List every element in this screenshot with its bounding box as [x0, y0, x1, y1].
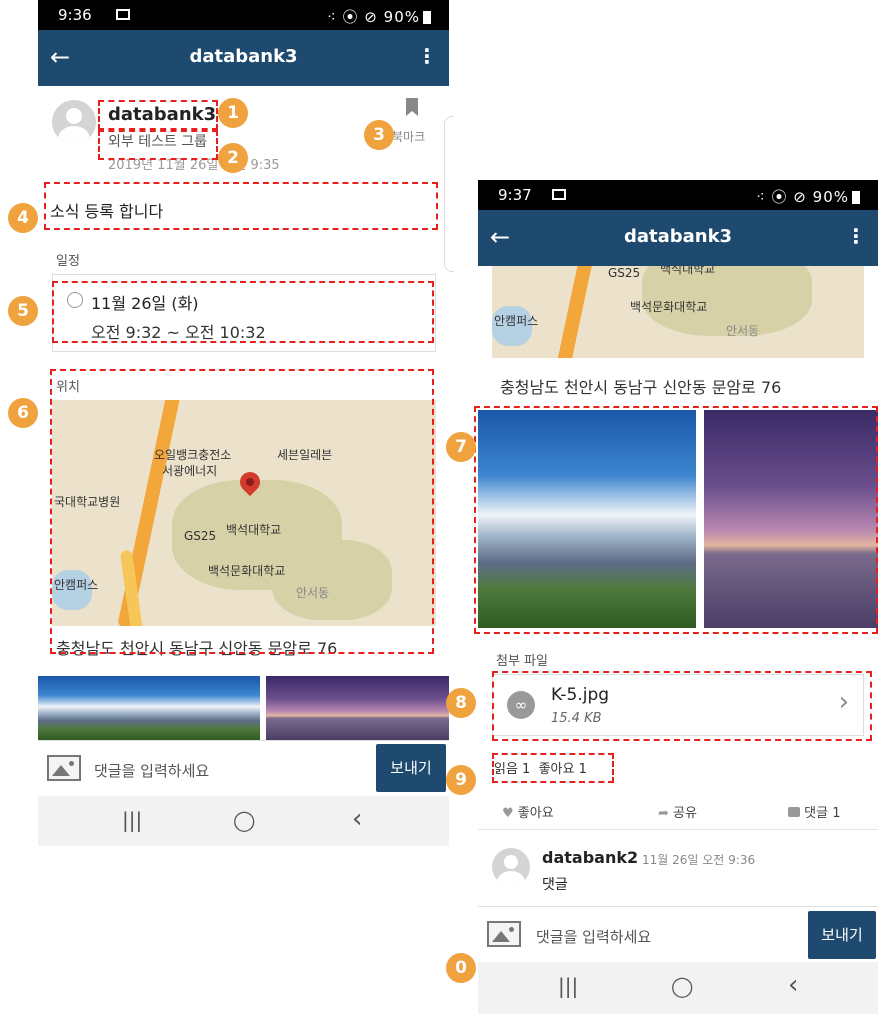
- callout-badge: 3: [364, 120, 394, 150]
- bookmark-icon[interactable]: [406, 98, 418, 116]
- battery-icon: [852, 191, 860, 204]
- image-attach-icon[interactable]: [487, 921, 521, 947]
- attachments-label: 첨부 파일: [496, 654, 548, 669]
- callout-badge: 2: [218, 143, 248, 173]
- commenter-avatar[interactable]: [492, 848, 530, 886]
- location-address: 충청남도 천안시 동남구 신안동 문암로 76: [500, 378, 782, 397]
- status-icons: ⁖ ⦿ ⊘ 90%: [326, 8, 420, 26]
- highlight-box-photos: [474, 406, 878, 634]
- attached-photo[interactable]: [38, 676, 260, 740]
- recent-apps-icon[interactable]: |||: [558, 974, 578, 998]
- comment-input[interactable]: 댓글을 입력하세요: [94, 760, 209, 781]
- gallery-icon: [552, 189, 566, 200]
- comment-date: 11월 26일 오전 9:36: [642, 853, 756, 867]
- callout-badge: 5: [8, 296, 38, 326]
- highlight-box-location: [50, 369, 434, 654]
- comment-button[interactable]: 댓글 1: [788, 802, 840, 821]
- location-map[interactable]: GS25 백석대학교 백석문화대학교 안캠퍼스 안서동: [492, 266, 864, 358]
- callout-badge: 7: [446, 432, 476, 462]
- app-bar: ← databank3 ⋮: [38, 30, 449, 86]
- map-label: 안서동: [726, 324, 760, 338]
- comment-bar: 댓글을 입력하세요 보내기: [478, 906, 878, 962]
- scroll-handle[interactable]: [444, 116, 454, 272]
- bookmark-label[interactable]: 북마크: [392, 128, 425, 145]
- highlight-box-attachment: [492, 671, 872, 741]
- map-label: GS25: [608, 266, 641, 280]
- status-bar: 9:37 ⁖ ⦿ ⊘ 90%: [478, 180, 878, 210]
- map-label: 안캠퍼스: [494, 314, 539, 328]
- callout-badge: 6: [8, 398, 38, 428]
- status-bar: 9:36 ⁖ ⦿ ⊘ 90%: [38, 0, 449, 30]
- comment-icon: [788, 807, 800, 817]
- comment-bar: 댓글을 입력하세요 보내기: [38, 740, 449, 796]
- attached-photo[interactable]: [266, 676, 449, 740]
- callout-badge: 1: [218, 98, 248, 128]
- app-bar: ← databank3 ⋮: [478, 210, 878, 266]
- more-menu-icon[interactable]: ⋮: [846, 224, 866, 248]
- map-label: 백석대학교: [660, 266, 716, 276]
- commenter-name[interactable]: databank2: [542, 848, 638, 867]
- more-menu-icon[interactable]: ⋮: [417, 44, 437, 68]
- page-title: databank3: [623, 226, 733, 247]
- comment-input[interactable]: 댓글을 입력하세요: [536, 926, 651, 947]
- action-bar: ♥ 좋아요 ➦ 공유 댓글 1: [478, 792, 878, 830]
- callout-badge: 0: [446, 953, 476, 983]
- recent-apps-icon[interactable]: |||: [122, 808, 142, 832]
- schedule-label: 일정: [56, 254, 80, 269]
- share-button[interactable]: ➦ 공유: [658, 802, 697, 821]
- share-icon: ➦: [658, 806, 669, 821]
- highlight-box-author: [98, 100, 218, 130]
- like-button[interactable]: ♥ 좋아요: [502, 802, 554, 821]
- highlight-box-content: [44, 182, 438, 230]
- map-label: 백석문화대학교: [630, 300, 708, 314]
- send-button[interactable]: 보내기: [808, 911, 876, 959]
- status-icons: ⁖ ⦿ ⊘ 90%: [755, 188, 849, 206]
- callout-badge: 4: [8, 203, 38, 233]
- image-attach-icon[interactable]: [47, 755, 81, 781]
- highlight-box-schedule: [52, 281, 434, 343]
- nav-back-icon[interactable]: ‹: [352, 804, 362, 834]
- page-title: databank3: [189, 46, 298, 67]
- callout-badge: 9: [446, 765, 476, 795]
- system-nav-bar: ||| ◯ ‹: [38, 796, 449, 846]
- system-nav-bar: ||| ◯ ‹: [478, 962, 878, 1014]
- highlight-box-group: [98, 130, 218, 160]
- send-button[interactable]: 보내기: [376, 744, 446, 792]
- nav-back-icon[interactable]: ‹: [788, 970, 798, 1000]
- status-time: 9:36: [58, 6, 92, 24]
- heart-icon: ♥: [502, 806, 514, 821]
- author-avatar[interactable]: [52, 100, 96, 144]
- battery-icon: [423, 11, 431, 24]
- gallery-icon: [116, 9, 130, 20]
- home-icon[interactable]: ◯: [233, 808, 255, 832]
- home-icon[interactable]: ◯: [671, 974, 693, 998]
- callout-badge: 8: [446, 688, 476, 718]
- highlight-box-stats: [492, 753, 614, 783]
- status-time: 9:37: [498, 186, 532, 204]
- comment-text: 댓글: [542, 877, 568, 893]
